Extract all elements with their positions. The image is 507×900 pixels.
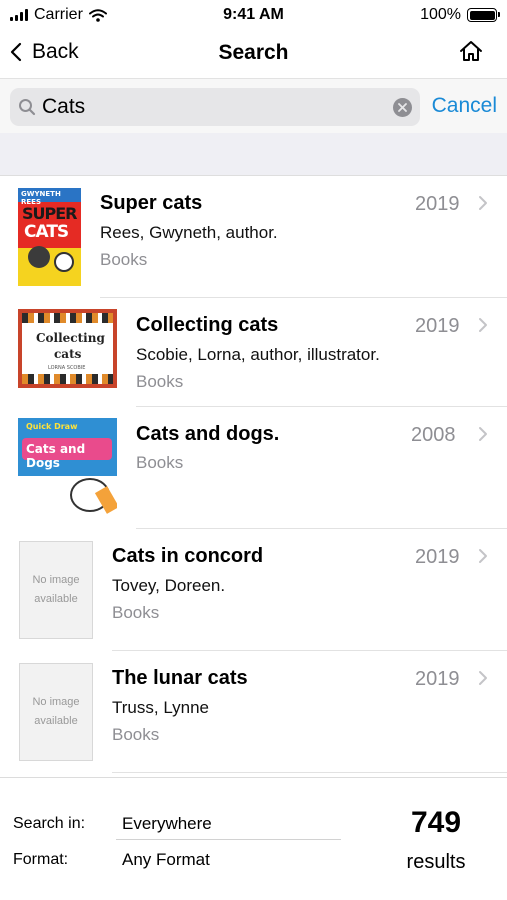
result-title: Super cats (100, 192, 203, 214)
cover-text: Cats and Dogs (26, 442, 86, 470)
cover-text: CATS (24, 222, 69, 242)
book-cover: Collecting cats LORNA SCOBIE (18, 309, 117, 388)
battery-percent: 100% (420, 6, 461, 23)
no-image-placeholder: No image available (19, 663, 93, 761)
search-icon (19, 99, 36, 116)
search-input[interactable] (42, 95, 382, 119)
search-in-label: Search in: (13, 815, 86, 832)
cover-text: LORNA SCOBIE (48, 365, 86, 371)
list-item[interactable]: Collecting cats LORNA SCOBIE Collecting … (0, 298, 507, 407)
result-format: Books (112, 725, 160, 744)
cover-text: SUPER (22, 204, 77, 223)
row-divider (112, 772, 507, 773)
result-format: Books (100, 250, 148, 269)
clear-icon (398, 103, 407, 112)
home-icon (460, 41, 482, 61)
result-format: Books (112, 603, 160, 622)
result-count-label: results (406, 851, 466, 873)
chevron-right-icon (479, 549, 487, 563)
book-cover: GWYNETH REES SUPER CATS (18, 188, 81, 286)
format-value[interactable]: Any Format (122, 850, 210, 870)
result-year: 2019 (415, 546, 460, 568)
search-options-footer: Search in: Everywhere Format: Any Format… (0, 777, 507, 900)
status-bar: Carrier 9:41 AM 100% (0, 0, 507, 30)
cover-text: Collecting (36, 331, 105, 345)
cover-text: Quick Draw (26, 422, 78, 431)
result-author: Tovey, Doreen. (112, 576, 226, 595)
chevron-right-icon (479, 671, 487, 685)
status-right: 100% (420, 6, 500, 24)
result-year: 2019 (415, 668, 460, 690)
chevron-right-icon (479, 427, 487, 441)
result-author: Rees, Gwyneth, author. (100, 223, 278, 242)
result-author: Truss, Lynne (112, 698, 210, 717)
result-year: 2019 (415, 315, 460, 337)
result-count: 749 (410, 806, 462, 839)
result-format: Books (136, 372, 184, 391)
search-field[interactable] (10, 88, 420, 126)
result-title: The lunar cats (112, 667, 248, 689)
navigation-bar: Back Search (0, 30, 507, 78)
chevron-right-icon (479, 318, 487, 332)
result-year: 2008 (411, 424, 456, 446)
results-list[interactable]: GWYNETH REES SUPER CATS Super cats Rees,… (0, 176, 507, 776)
home-button[interactable] (459, 40, 483, 67)
list-item[interactable]: GWYNETH REES SUPER CATS Super cats Rees,… (0, 176, 507, 298)
format-label: Format: (13, 851, 69, 868)
battery-icon (467, 8, 500, 22)
search-bar: Cancel (0, 78, 507, 133)
result-title: Collecting cats (136, 314, 279, 336)
cover-text: cats (54, 347, 82, 361)
footer-divider (116, 839, 341, 840)
list-item[interactable]: No image available The lunar cats Truss,… (0, 651, 507, 773)
result-title: Cats in concord (112, 545, 264, 567)
result-year: 2019 (415, 193, 460, 215)
section-spacer (0, 133, 507, 176)
clear-search-button[interactable] (393, 98, 412, 117)
no-image-placeholder: No image available (19, 541, 93, 639)
search-in-value[interactable]: Everywhere (122, 814, 212, 834)
result-author: Scobie, Lorna, author, illustrator. (136, 345, 380, 364)
cancel-button[interactable]: Cancel (432, 94, 497, 118)
result-format: Books (136, 453, 184, 472)
list-item[interactable]: Quick Draw Cats and Dogs Cats and dogs. … (0, 407, 507, 529)
book-cover: Quick Draw Cats and Dogs (18, 418, 117, 516)
page-title: Search (218, 41, 289, 64)
result-title: Cats and dogs. (136, 423, 280, 445)
list-item[interactable]: No image available Cats in concord Tovey… (0, 529, 507, 651)
chevron-right-icon (479, 196, 487, 210)
